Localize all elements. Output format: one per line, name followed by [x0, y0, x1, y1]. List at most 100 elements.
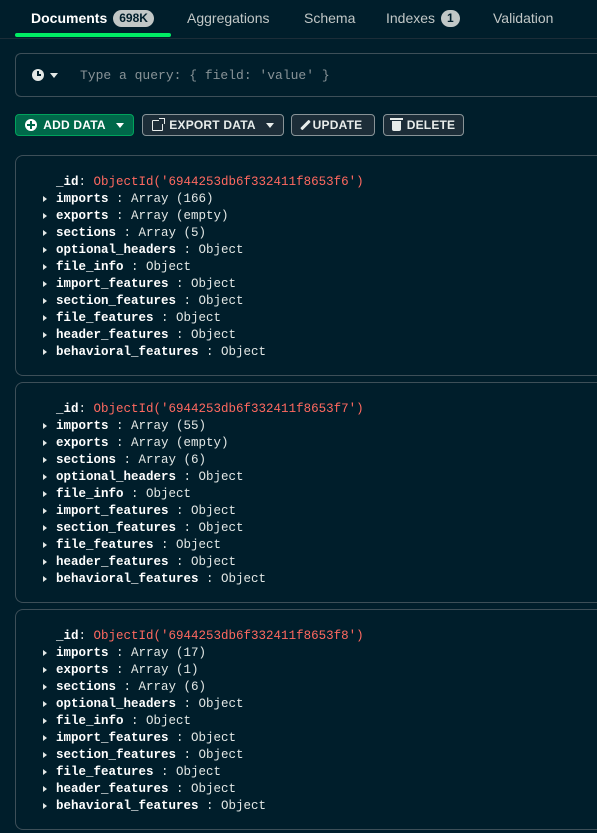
field-value: Object — [198, 294, 244, 308]
tab-schema[interactable]: Schema — [304, 0, 355, 36]
query-history-button[interactable] — [32, 69, 58, 81]
field-key: behavioral_features — [56, 799, 199, 813]
expand-triangle-icon[interactable] — [43, 281, 47, 287]
document-card[interactable]: _id: ObjectId('6944253db6f332411f8653f6'… — [15, 155, 597, 376]
expand-triangle-icon[interactable] — [43, 230, 47, 236]
expand-triangle-icon[interactable] — [43, 264, 47, 270]
tab-label: Validation — [493, 10, 554, 26]
expand-triangle-icon[interactable] — [43, 332, 47, 338]
field-key: imports — [56, 419, 109, 433]
expand-triangle-icon[interactable] — [43, 491, 47, 497]
object-id-value: ObjectId('6944253db6f332411f8653f8') — [93, 629, 364, 643]
field-key: exports — [56, 436, 109, 450]
expand-triangle-icon[interactable] — [43, 667, 47, 673]
add-data-label: ADD DATA — [43, 118, 106, 132]
field-key: file_features — [56, 538, 154, 552]
expand-triangle-icon[interactable] — [43, 769, 47, 775]
expand-triangle-icon[interactable] — [43, 701, 47, 707]
delete-button[interactable]: DELETE — [383, 114, 464, 136]
field-value: Array (17) — [131, 646, 207, 660]
field-key: file_features — [56, 311, 154, 325]
expand-triangle-icon[interactable] — [43, 576, 47, 582]
expand-triangle-icon[interactable] — [43, 474, 47, 480]
field-key: file_info — [56, 714, 124, 728]
document-card[interactable]: _id: ObjectId('6944253db6f332411f8653f8'… — [15, 609, 597, 830]
field-row: optional_headers : Object — [43, 469, 364, 486]
field-value: Array (empty) — [131, 436, 229, 450]
expand-triangle-icon[interactable] — [43, 423, 47, 429]
expand-triangle-icon[interactable] — [43, 213, 47, 219]
field-row: sections : Array (6) — [43, 452, 364, 469]
field-key: sections — [56, 680, 117, 694]
field-key: exports — [56, 663, 109, 677]
tab-label: Documents — [31, 10, 108, 26]
field-key: section_features — [56, 294, 177, 308]
pencil-icon — [299, 119, 311, 131]
field-value: Array (empty) — [131, 209, 229, 223]
field-value: Object — [176, 538, 222, 552]
tab-indexes[interactable]: Indexes 1 — [386, 0, 460, 36]
expand-triangle-icon[interactable] — [43, 718, 47, 724]
field-key: _id — [56, 629, 79, 643]
chevron-down-icon — [265, 122, 274, 128]
tab-documents[interactable]: Documents 698K — [31, 0, 154, 36]
expand-triangle-icon[interactable] — [43, 196, 47, 202]
field-key: _id — [56, 175, 79, 189]
field-value: Object — [198, 470, 244, 484]
field-value: Object — [221, 345, 267, 359]
field-value: Object — [191, 782, 237, 796]
query-input[interactable] — [78, 66, 502, 84]
add-data-button[interactable]: ADD DATA — [15, 114, 134, 136]
expand-triangle-icon[interactable] — [43, 247, 47, 253]
export-icon — [152, 117, 166, 131]
chevron-down-icon — [50, 72, 58, 78]
export-data-button[interactable]: EXPORT DATA — [142, 114, 284, 136]
field-row: optional_headers : Object — [43, 242, 364, 259]
expand-triangle-icon[interactable] — [43, 559, 47, 565]
field-row: file_info : Object — [43, 486, 364, 503]
expand-triangle-icon[interactable] — [43, 752, 47, 758]
update-button[interactable]: UPDATE — [291, 114, 375, 136]
field-row: section_features : Object — [43, 293, 364, 310]
field-value: Object — [191, 731, 237, 745]
tab-aggregations[interactable]: Aggregations — [187, 0, 270, 36]
field-row: import_features : Object — [43, 730, 364, 747]
field-key: header_features — [56, 328, 169, 342]
clock-icon — [32, 69, 44, 81]
field-row: exports : Array (empty) — [43, 208, 364, 225]
expand-triangle-icon[interactable] — [43, 440, 47, 446]
id-field-row: _id: ObjectId('6944253db6f332411f8653f6'… — [56, 175, 364, 189]
field-row: section_features : Object — [43, 520, 364, 537]
field-row: import_features : Object — [43, 503, 364, 520]
field-key: header_features — [56, 555, 169, 569]
field-key: behavioral_features — [56, 345, 199, 359]
field-key: sections — [56, 453, 117, 467]
field-value: Array (166) — [131, 192, 214, 206]
expand-triangle-icon[interactable] — [43, 457, 47, 463]
expand-triangle-icon[interactable] — [43, 786, 47, 792]
field-key: optional_headers — [56, 470, 177, 484]
field-row: file_info : Object — [43, 713, 364, 730]
expand-triangle-icon[interactable] — [43, 315, 47, 321]
field-value: Array (6) — [138, 680, 207, 694]
document-count-badge: 698K — [113, 9, 154, 27]
expand-triangle-icon[interactable] — [43, 525, 47, 531]
field-row: behavioral_features : Object — [43, 344, 364, 361]
document-card[interactable]: _id: ObjectId('6944253db6f332411f8653f7'… — [15, 382, 597, 603]
field-value: Object — [221, 799, 267, 813]
expand-triangle-icon[interactable] — [43, 684, 47, 690]
expand-triangle-icon[interactable] — [43, 735, 47, 741]
active-tab-indicator — [15, 33, 171, 37]
field-value: Object — [146, 487, 192, 501]
tab-validation[interactable]: Validation — [493, 0, 553, 36]
field-key: section_features — [56, 521, 177, 535]
expand-triangle-icon[interactable] — [43, 349, 47, 355]
field-value: Array (55) — [131, 419, 207, 433]
expand-triangle-icon[interactable] — [43, 508, 47, 514]
expand-triangle-icon[interactable] — [43, 542, 47, 548]
expand-triangle-icon[interactable] — [43, 298, 47, 304]
expand-triangle-icon[interactable] — [43, 803, 47, 809]
expand-triangle-icon[interactable] — [43, 650, 47, 656]
index-count-badge: 1 — [441, 9, 460, 27]
field-value: Object — [191, 328, 237, 342]
